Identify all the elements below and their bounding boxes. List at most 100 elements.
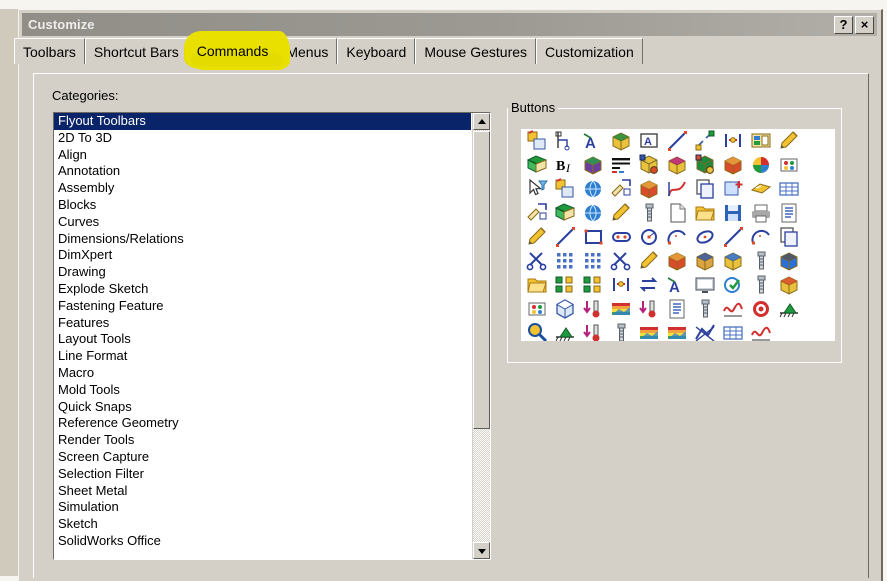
spline-icon[interactable] [722,225,746,249]
mesh-plot-icon[interactable] [694,321,718,341]
flyout-weldments-icon[interactable] [722,153,746,177]
hole-wizard-icon[interactable] [750,249,774,273]
close-button[interactable]: × [855,15,874,34]
circle-icon[interactable] [638,225,662,249]
restraint-icon[interactable] [554,321,578,341]
report-icon[interactable] [666,297,690,321]
flyout-layout-tools-icon[interactable] [554,129,578,153]
target-result-icon[interactable] [750,297,774,321]
rainbow-plot-icon[interactable] [610,297,634,321]
extrude-cut-icon[interactable] [694,249,718,273]
flyout-format-text-icon[interactable]: B I [554,153,578,177]
category-list-item[interactable]: Selection Filter [54,466,471,483]
categories-listbox[interactable]: Flyout Toolbars 2D To 3D Align Annotation As… [53,112,491,560]
thermal-load-icon[interactable] [582,297,606,321]
tab-toolbars[interactable]: Toolbars [14,38,85,64]
globe-render-icon[interactable] [582,201,606,225]
fixture-grid-icon[interactable] [722,321,746,341]
rainbow-design-icon[interactable] [638,321,662,341]
shaded-sketch-icon[interactable] [554,201,578,225]
axis-sketch-icon[interactable] [610,201,634,225]
new-part-icon[interactable] [722,177,746,201]
category-list-item[interactable]: Curves [54,214,471,231]
category-list-item[interactable]: SolidWorks Office [54,533,471,550]
category-list-item[interactable]: DimXpert [54,247,471,264]
category-list-item[interactable]: Screen Capture [54,449,471,466]
category-list-item[interactable]: Dimensions/Relations [54,231,471,248]
table-icon[interactable] [778,177,802,201]
sketch-fillet-icon[interactable] [638,249,662,273]
tab-keyboard[interactable]: Keyboard [337,38,416,64]
slot-icon[interactable] [610,225,634,249]
revolve-boss-icon[interactable] [722,249,746,273]
properties-list-icon[interactable] [778,201,802,225]
category-list-item[interactable]: Quick Snaps [54,399,471,416]
exploded-view-icon[interactable] [554,273,578,297]
zoom-icon[interactable] [526,321,550,341]
arc-icon[interactable] [666,225,690,249]
text-size-icon[interactable]: A [666,273,690,297]
category-list-item[interactable]: 2D To 3D [54,130,471,147]
scroll-down-button[interactable] [473,542,490,559]
category-list-item[interactable]: Reference Geometry [54,415,471,432]
flyout-reference-geometry-icon[interactable] [526,153,550,177]
category-list-item[interactable]: Sketch [54,516,471,533]
split-entities-icon[interactable] [610,249,634,273]
flyout-line-format-icon[interactable] [610,153,634,177]
rotate-component-icon[interactable] [582,273,606,297]
tab-customization[interactable]: Customization [536,38,643,64]
flyout-view-icon[interactable] [694,153,718,177]
fixture-icon[interactable] [778,297,802,321]
flyout-surfaces-icon[interactable] [666,153,690,177]
open-document-icon[interactable] [694,201,718,225]
trim-entities-icon[interactable] [526,249,550,273]
sum-dimension-icon[interactable] [526,201,550,225]
flyout-spline-icon[interactable] [666,129,690,153]
category-list-item[interactable]: Fastening Feature [54,298,471,315]
temperature-load-icon[interactable] [638,297,662,321]
new-document-icon[interactable] [666,201,690,225]
chart-result-icon[interactable] [750,321,774,341]
display-screen-icon[interactable] [694,273,718,297]
scrollbar-thumb[interactable] [473,131,490,429]
spring-connector-icon[interactable] [610,321,634,341]
copy-icon[interactable] [694,177,718,201]
curve-icon[interactable] [666,177,690,201]
category-list-item[interactable]: Annotation [54,163,471,180]
dialog-titlebar[interactable]: Customize ? × [22,13,877,36]
flyout-display-state-icon[interactable] [638,153,662,177]
sketch-pencil-icon[interactable] [526,225,550,249]
category-list-item[interactable]: Layout Tools [54,331,471,348]
flyout-annotation-icon[interactable]: A [582,129,606,153]
highlight-surface-icon[interactable] [750,177,774,201]
flyout-blocks-icon[interactable] [750,129,774,153]
save-document-icon[interactable] [722,201,746,225]
render-tools-icon[interactable] [582,177,606,201]
flyout-explode-icon[interactable] [694,129,718,153]
swap-direction-icon[interactable] [638,273,662,297]
flow-simulation-icon[interactable] [526,297,550,321]
line-icon[interactable] [554,225,578,249]
category-list-item[interactable]: Mold Tools [54,382,471,399]
rainbow-surface-icon[interactable] [666,321,690,341]
flyout-note-icon[interactable]: A [638,129,662,153]
mold-design-icon[interactable] [778,273,802,297]
sketch-pattern-icon[interactable] [554,249,578,273]
flyout-simulation-icon[interactable] [778,153,802,177]
flyout-appearance-icon[interactable] [750,153,774,177]
category-list-item[interactable]: Line Format [54,348,471,365]
tab-commands[interactable]: Commands [184,31,289,68]
open-assembly-icon[interactable] [526,273,550,297]
ellipse-icon[interactable] [694,225,718,249]
fasteners-icon[interactable] [694,297,718,321]
check-sketch-icon[interactable] [722,273,746,297]
category-list-item[interactable]: Features [54,315,471,332]
frequency-plot-icon[interactable] [722,297,746,321]
flyout-assembly-icon[interactable] [526,129,550,153]
tab-shortcut-bars[interactable]: Shortcut Bars [84,38,188,64]
measure-icon[interactable] [610,177,634,201]
linear-pattern-icon[interactable] [582,249,606,273]
thermal-icon[interactable] [582,321,606,341]
category-list-item[interactable]: Align [54,147,471,164]
category-list-item[interactable]: Assembly [54,180,471,197]
